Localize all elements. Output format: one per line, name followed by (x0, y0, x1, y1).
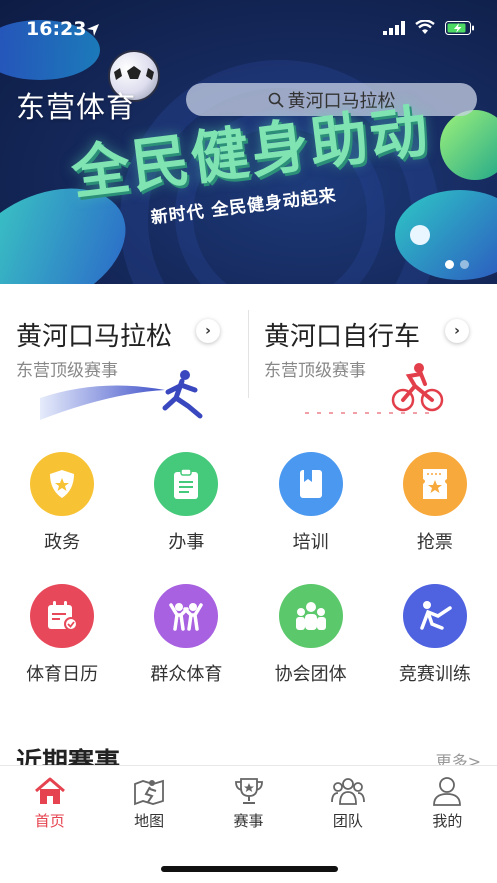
people-cheer-icon (154, 584, 219, 648)
athlete-icon (402, 584, 467, 648)
tab-team[interactable]: 团队 (298, 766, 397, 846)
group-icon (278, 584, 343, 648)
service-training[interactable]: 培训 (249, 452, 373, 554)
map-icon (134, 779, 165, 806)
shield-star-icon (30, 452, 95, 516)
banner-blob-decoration (440, 110, 497, 180)
team-icon (331, 778, 365, 805)
runner-illustration (40, 370, 203, 420)
service-label: 竞赛训练 (398, 664, 471, 685)
chevron-right-icon[interactable]: › (196, 319, 220, 343)
promo-title: 黄河口马拉松 (16, 322, 173, 352)
profile-icon (433, 777, 462, 806)
service-mass-sports[interactable]: 群众体育 (124, 584, 248, 686)
service-grid-row-1: 政务 办事 培训 抢票 (0, 452, 497, 554)
promo-card-cycling[interactable]: 黄河口自行车 › 东营顶级赛事 (249, 300, 497, 430)
status-bar: 16:23 (0, 0, 497, 60)
tab-label: 团队 (332, 812, 363, 830)
promo-title: 黄河口自行车 (264, 322, 421, 352)
pagination-dot-active (445, 260, 454, 269)
wifi-icon (415, 20, 435, 34)
promo-card-marathon[interactable]: 黄河口马拉松 › 东营顶级赛事 (0, 300, 248, 430)
service-gov-affairs[interactable]: 政务 (0, 452, 124, 554)
service-handle-affairs[interactable]: 办事 (124, 452, 248, 554)
cyclist-illustration (305, 363, 444, 414)
location-arrow-icon (87, 24, 99, 36)
trophy-icon (234, 778, 263, 804)
tab-profile[interactable]: 我的 (398, 766, 497, 846)
service-associations[interactable]: 协会团体 (249, 584, 373, 686)
calendar-icon (30, 584, 95, 648)
battery-charging-icon (445, 20, 474, 35)
tab-label: 赛事 (233, 812, 264, 830)
tab-map[interactable]: 地图 (99, 766, 198, 846)
hero-banner[interactable]: 16:23 东营体育 黄河口马拉松 全民健身助动 新时代 全民健身动起来 (0, 0, 497, 284)
tab-label: 首页 (34, 812, 65, 830)
bottom-tab-bar: 首页 地图 赛事 团队 我的 (0, 765, 497, 883)
service-label: 办事 (168, 532, 205, 553)
app-title: 东营体育 (16, 90, 137, 124)
tab-label: 我的 (432, 812, 463, 830)
banner-pagination (445, 260, 469, 269)
banner-blob-decoration (410, 225, 430, 245)
tab-label: 地图 (134, 812, 165, 830)
service-sports-calendar[interactable]: 体育日历 (0, 584, 124, 686)
pagination-dot (460, 260, 469, 269)
cellular-signal-icon (383, 20, 405, 35)
home-icon (34, 777, 65, 804)
service-label: 群众体育 (150, 664, 223, 685)
status-time: 16:23 (26, 18, 87, 40)
service-tickets[interactable]: 抢票 (373, 452, 497, 554)
tab-home[interactable]: 首页 (0, 766, 99, 846)
service-grid-row-2: 体育日历 群众体育 协会团体 竞赛训练 (0, 584, 497, 686)
service-label: 抢票 (416, 532, 453, 553)
service-label: 体育日历 (26, 664, 99, 685)
ticket-icon (402, 452, 467, 516)
book-icon (278, 452, 343, 516)
home-indicator (161, 866, 338, 872)
tab-events[interactable]: 赛事 (199, 766, 298, 846)
service-label: 政务 (44, 532, 81, 553)
service-competition-training[interactable]: 竞赛训练 (373, 584, 497, 686)
clipboard-icon (154, 452, 219, 516)
service-label: 协会团体 (274, 664, 347, 685)
service-label: 培训 (292, 532, 329, 553)
chevron-right-icon[interactable]: › (445, 319, 469, 343)
